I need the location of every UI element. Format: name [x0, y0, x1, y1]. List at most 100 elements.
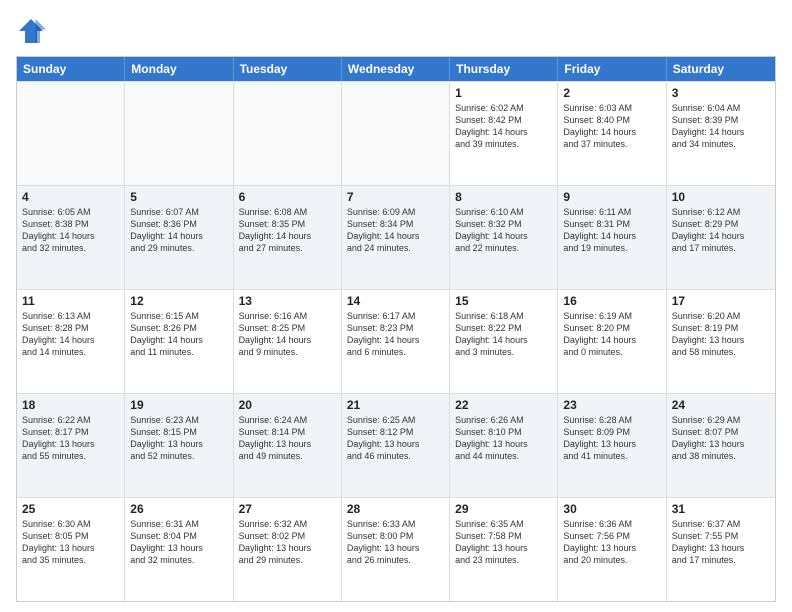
cell-text: Sunrise: 6:37 AM Sunset: 7:55 PM Dayligh…	[672, 518, 770, 567]
cell-text: Sunrise: 6:17 AM Sunset: 8:23 PM Dayligh…	[347, 310, 444, 359]
calendar-cell: 30 Sunrise: 6:36 AM Sunset: 7:56 PM Dayli…	[558, 498, 666, 601]
calendar-cell	[17, 82, 125, 185]
cell-text: Sunrise: 6:19 AM Sunset: 8:20 PM Dayligh…	[563, 310, 660, 359]
calendar-row-3: 11Sunrise: 6:13 AM Sunset: 8:28 PM Dayli…	[17, 289, 775, 393]
day-number: 16	[563, 294, 660, 308]
header-cell-sunday: Sunday	[17, 57, 125, 81]
cell-text: Sunrise: 6:05 AM Sunset: 8:38 PM Dayligh…	[22, 206, 119, 255]
day-number: 3	[672, 86, 770, 100]
calendar-cell: 1 Sunrise: 6:02 AM Sunset: 8:42 PM Daylig…	[450, 82, 558, 185]
calendar-cell: 24 Sunrise: 6:29 AM Sunset: 8:07 PM Dayli…	[667, 394, 775, 497]
header-cell-wednesday: Wednesday	[342, 57, 450, 81]
day-number: 7	[347, 190, 444, 204]
cell-text: Sunrise: 6:22 AM Sunset: 8:17 PM Dayligh…	[22, 414, 119, 463]
calendar-cell: 5 Sunrise: 6:07 AM Sunset: 8:36 PM Daylig…	[125, 186, 233, 289]
header-cell-friday: Friday	[558, 57, 666, 81]
day-number: 20	[239, 398, 336, 412]
cell-text: Sunrise: 6:33 AM Sunset: 8:00 PM Dayligh…	[347, 518, 444, 567]
cell-text: Sunrise: 6:10 AM Sunset: 8:32 PM Dayligh…	[455, 206, 552, 255]
day-number: 18	[22, 398, 119, 412]
header-cell-saturday: Saturday	[667, 57, 775, 81]
day-number: 9	[563, 190, 660, 204]
day-number: 15	[455, 294, 552, 308]
day-number: 8	[455, 190, 552, 204]
calendar-cell: 10 Sunrise: 6:12 AM Sunset: 8:29 PM Dayli…	[667, 186, 775, 289]
cell-text: Sunrise: 6:08 AM Sunset: 8:35 PM Dayligh…	[239, 206, 336, 255]
day-number: 26	[130, 502, 227, 516]
day-number: 6	[239, 190, 336, 204]
calendar-cell: 2Sunrise: 6:03 AM Sunset: 8:40 PM Daylig…	[558, 82, 666, 185]
day-number: 30	[563, 502, 660, 516]
cell-text: Sunrise: 6:25 AM Sunset: 8:12 PM Dayligh…	[347, 414, 444, 463]
day-number: 22	[455, 398, 552, 412]
calendar-row-5: 25 Sunrise: 6:30 AM Sunset: 8:05 PM Dayli…	[17, 497, 775, 601]
day-number: 28	[347, 502, 444, 516]
cell-text: Sunrise: 6:35 AM Sunset: 7:58 PM Dayligh…	[455, 518, 552, 567]
calendar-cell: 19Sunrise: 6:23 AM Sunset: 8:15 PM Dayli…	[125, 394, 233, 497]
day-number: 19	[130, 398, 227, 412]
calendar-header: SundayMondayTuesdayWednesdayThursdayFrid…	[17, 57, 775, 81]
calendar-cell: 15 Sunrise: 6:18 AM Sunset: 8:22 PM Dayli…	[450, 290, 558, 393]
day-number: 25	[22, 502, 119, 516]
calendar-cell: 6 Sunrise: 6:08 AM Sunset: 8:35 PM Daylig…	[234, 186, 342, 289]
cell-text: Sunrise: 6:26 AM Sunset: 8:10 PM Dayligh…	[455, 414, 552, 463]
cell-text: Sunrise: 6:15 AM Sunset: 8:26 PM Dayligh…	[130, 310, 227, 359]
cell-text: Sunrise: 6:12 AM Sunset: 8:29 PM Dayligh…	[672, 206, 770, 255]
cell-text: Sunrise: 6:30 AM Sunset: 8:05 PM Dayligh…	[22, 518, 119, 567]
day-number: 21	[347, 398, 444, 412]
cell-text: Sunrise: 6:11 AM Sunset: 8:31 PM Dayligh…	[563, 206, 660, 255]
day-number: 10	[672, 190, 770, 204]
day-number: 27	[239, 502, 336, 516]
day-number: 17	[672, 294, 770, 308]
calendar-cell: 12 Sunrise: 6:15 AM Sunset: 8:26 PM Dayli…	[125, 290, 233, 393]
calendar-cell: 3 Sunrise: 6:04 AM Sunset: 8:39 PM Daylig…	[667, 82, 775, 185]
logo-icon	[16, 16, 46, 46]
cell-text: Sunrise: 6:20 AM Sunset: 8:19 PM Dayligh…	[672, 310, 770, 359]
calendar-cell: 25 Sunrise: 6:30 AM Sunset: 8:05 PM Dayli…	[17, 498, 125, 601]
day-number: 29	[455, 502, 552, 516]
cell-text: Sunrise: 6:36 AM Sunset: 7:56 PM Dayligh…	[563, 518, 660, 567]
header-cell-tuesday: Tuesday	[234, 57, 342, 81]
cell-text: Sunrise: 6:16 AM Sunset: 8:25 PM Dayligh…	[239, 310, 336, 359]
day-number: 24	[672, 398, 770, 412]
cell-text: Sunrise: 6:31 AM Sunset: 8:04 PM Dayligh…	[130, 518, 227, 567]
calendar-row-4: 18 Sunrise: 6:22 AM Sunset: 8:17 PM Dayli…	[17, 393, 775, 497]
calendar-cell: 13 Sunrise: 6:16 AM Sunset: 8:25 PM Dayli…	[234, 290, 342, 393]
cell-text: Sunrise: 6:02 AM Sunset: 8:42 PM Dayligh…	[455, 102, 552, 151]
day-number: 11	[22, 294, 119, 308]
calendar-body: 1 Sunrise: 6:02 AM Sunset: 8:42 PM Daylig…	[17, 81, 775, 601]
calendar-cell	[125, 82, 233, 185]
calendar-cell: 11Sunrise: 6:13 AM Sunset: 8:28 PM Dayli…	[17, 290, 125, 393]
day-number: 31	[672, 502, 770, 516]
day-number: 14	[347, 294, 444, 308]
day-number: 5	[130, 190, 227, 204]
calendar-row-2: 4 Sunrise: 6:05 AM Sunset: 8:38 PM Daylig…	[17, 185, 775, 289]
cell-text: Sunrise: 6:18 AM Sunset: 8:22 PM Dayligh…	[455, 310, 552, 359]
calendar-cell: 4 Sunrise: 6:05 AM Sunset: 8:38 PM Daylig…	[17, 186, 125, 289]
cell-text: Sunrise: 6:28 AM Sunset: 8:09 PM Dayligh…	[563, 414, 660, 463]
calendar-cell	[234, 82, 342, 185]
logo	[16, 16, 50, 46]
calendar-cell: 28 Sunrise: 6:33 AM Sunset: 8:00 PM Dayli…	[342, 498, 450, 601]
day-number: 12	[130, 294, 227, 308]
day-number: 13	[239, 294, 336, 308]
cell-text: Sunrise: 6:04 AM Sunset: 8:39 PM Dayligh…	[672, 102, 770, 151]
cell-text: Sunrise: 6:24 AM Sunset: 8:14 PM Dayligh…	[239, 414, 336, 463]
calendar-cell: 8 Sunrise: 6:10 AM Sunset: 8:32 PM Daylig…	[450, 186, 558, 289]
cell-text: Sunrise: 6:07 AM Sunset: 8:36 PM Dayligh…	[130, 206, 227, 255]
day-number: 4	[22, 190, 119, 204]
calendar-row-1: 1 Sunrise: 6:02 AM Sunset: 8:42 PM Daylig…	[17, 81, 775, 185]
calendar-cell: 31 Sunrise: 6:37 AM Sunset: 7:55 PM Dayli…	[667, 498, 775, 601]
day-number: 1	[455, 86, 552, 100]
calendar-cell	[342, 82, 450, 185]
calendar-cell: 20 Sunrise: 6:24 AM Sunset: 8:14 PM Dayli…	[234, 394, 342, 497]
calendar: SundayMondayTuesdayWednesdayThursdayFrid…	[16, 56, 776, 602]
cell-text: Sunrise: 6:09 AM Sunset: 8:34 PM Dayligh…	[347, 206, 444, 255]
calendar-cell: 7 Sunrise: 6:09 AM Sunset: 8:34 PM Daylig…	[342, 186, 450, 289]
calendar-cell: 9 Sunrise: 6:11 AM Sunset: 8:31 PM Daylig…	[558, 186, 666, 289]
cell-text: Sunrise: 6:29 AM Sunset: 8:07 PM Dayligh…	[672, 414, 770, 463]
day-number: 2	[563, 86, 660, 100]
header-cell-thursday: Thursday	[450, 57, 558, 81]
calendar-cell: 14 Sunrise: 6:17 AM Sunset: 8:23 PM Dayli…	[342, 290, 450, 393]
calendar-cell: 21 Sunrise: 6:25 AM Sunset: 8:12 PM Dayli…	[342, 394, 450, 497]
